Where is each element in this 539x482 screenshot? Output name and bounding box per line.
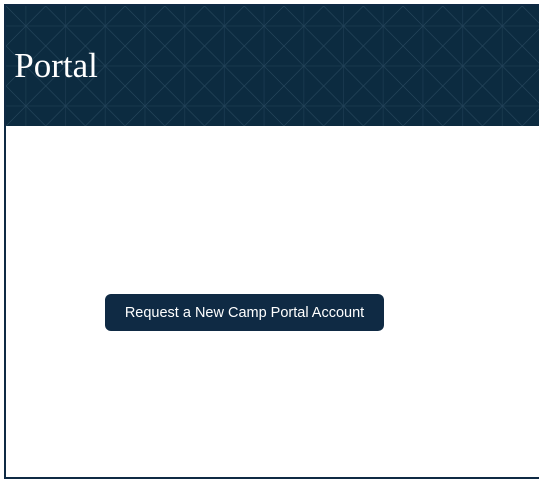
page-title: p Portal <box>6 46 98 85</box>
page-frame: p Portal Request a New Camp Portal Accou… <box>4 4 539 479</box>
header-banner: p Portal <box>6 6 539 126</box>
request-account-button[interactable]: Request a New Camp Portal Account <box>105 294 384 331</box>
